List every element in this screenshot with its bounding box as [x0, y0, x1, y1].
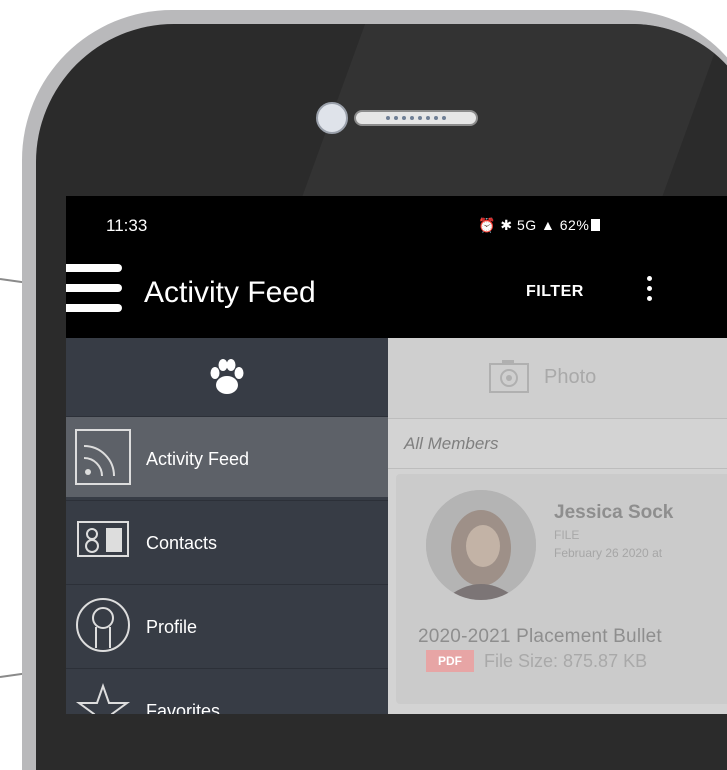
star-icon [75, 682, 131, 714]
drawer-item-favorites[interactable]: Favorites [66, 668, 388, 714]
avatar[interactable] [426, 490, 536, 600]
menu-icon[interactable] [66, 262, 122, 318]
paw-icon [210, 359, 244, 394]
battery-level: 62% [559, 217, 590, 233]
divider [388, 468, 727, 469]
document-title[interactable]: 2020-2021 Placement Bullet [418, 626, 662, 648]
drawer-header [66, 338, 388, 416]
filter-button[interactable]: FILTER [526, 283, 584, 301]
status-icons: ⏰ ✱ 5G ▲ 62% [478, 217, 601, 234]
contact-card-icon [77, 521, 129, 557]
drawer-item-profile[interactable]: Profile [66, 584, 388, 669]
profile-photo [426, 490, 536, 600]
battery-icon [591, 219, 601, 231]
post-type: FILE [554, 528, 580, 542]
photo-post-button[interactable]: Photo [388, 338, 727, 418]
audience-label: All Members [404, 434, 499, 453]
page-title: Activity Feed [144, 276, 316, 309]
feed-content: Photo All Members Jessica Sock FILE Febr… [388, 338, 727, 714]
status-bar: 11:33 ⏰ ✱ 5G ▲ 62% [66, 196, 727, 250]
drawer-item-label: Activity Feed [146, 449, 250, 469]
status-icons-text: ⏰ ✱ 5G ▲ [478, 217, 556, 233]
phone-screen: 11:33 ⏰ ✱ 5G ▲ 62% Activity Feed FILTER [66, 196, 727, 714]
pdf-badge: PDF [426, 650, 474, 672]
earpiece-speaker [354, 110, 478, 126]
post-date: February 26 2020 at [554, 546, 663, 560]
drawer-item-activity-feed[interactable]: Activity Feed [66, 416, 388, 497]
front-camera [316, 102, 348, 134]
divider [388, 418, 727, 419]
drawer-item-label: Profile [146, 617, 198, 637]
photo-label: Photo [544, 366, 597, 388]
drawer-item-contacts[interactable]: Contacts [66, 500, 388, 585]
drawer-item-label: Contacts [146, 533, 218, 553]
feed-post-card[interactable]: Jessica Sock FILE February 26 2020 at 20… [396, 474, 727, 704]
more-options-icon[interactable] [646, 276, 654, 306]
drawer-item-label: Favorites [146, 701, 221, 714]
navigation-drawer: Activity Feed Contacts Profile Favorites [66, 338, 388, 714]
file-size: File Size: 875.87 KB [484, 651, 648, 671]
person-icon [76, 598, 130, 652]
status-time: 11:33 [106, 216, 148, 235]
camera-icon [489, 360, 529, 393]
post-author[interactable]: Jessica Sock [554, 502, 673, 524]
app-bar: Activity Feed FILTER [66, 250, 727, 338]
rss-icon [75, 429, 131, 485]
